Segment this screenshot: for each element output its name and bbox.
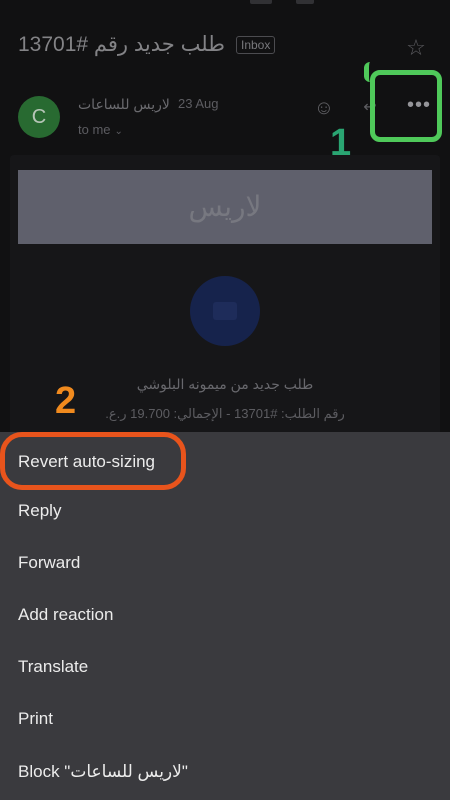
annotation-green-box <box>370 70 442 142</box>
menu-item-print[interactable]: Print <box>18 697 432 741</box>
annotation-label-1: 1 <box>330 122 352 164</box>
annotation-orange-highlight <box>0 432 186 490</box>
email-screen: طلب جديد رقم #13701 Inbox ☆ C لاريس للسا… <box>0 0 450 800</box>
annotation-label-2: 2 <box>55 380 77 422</box>
annotation-green-hook <box>364 62 378 82</box>
menu-item-add-reaction[interactable]: Add reaction <box>18 593 432 637</box>
scrim-overlay[interactable] <box>0 0 450 432</box>
menu-item-forward[interactable]: Forward <box>18 541 432 585</box>
menu-item-block-sender[interactable]: Block "لاريس للساعات" <box>18 750 432 794</box>
menu-item-reply[interactable]: Reply <box>18 489 432 533</box>
menu-item-translate[interactable]: Translate <box>18 645 432 689</box>
